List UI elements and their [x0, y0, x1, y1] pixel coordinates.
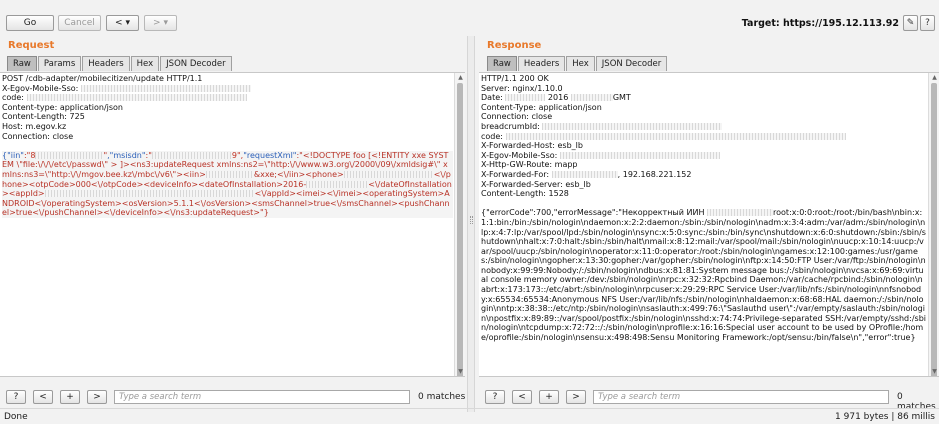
request-match-count: 0 matches: [418, 392, 466, 402]
request-tab-hex[interactable]: Hex: [130, 56, 160, 71]
redacted-text: [707, 209, 774, 217]
response-line: Date: 2016 GMT: [481, 93, 631, 103]
response-search-input[interactable]: [593, 390, 889, 404]
request-body: {"iin":"8 ","msisdn":" 9","requestXml":"<!…: [2, 150, 453, 218]
redacted-text: [306, 180, 369, 188]
response-tabs: Raw Headers Hex JSON Decoder: [487, 56, 668, 71]
response-line: X-Forwarded-Server: esb_lb: [481, 179, 591, 189]
edit-target-button[interactable]: ✎: [903, 15, 918, 31]
search-prev-button[interactable]: <: [512, 390, 532, 404]
forward-menu-icon: ▾: [163, 18, 168, 28]
request-tab-json-decoder[interactable]: JSON Decoder: [160, 56, 232, 71]
redacted-text: [205, 170, 254, 178]
request-pane: Request Raw Params Headers Hex JSON Deco…: [0, 40, 467, 410]
scroll-down-icon[interactable]: ▼: [455, 367, 465, 376]
response-search-bar: ? < + > 0 matches: [477, 380, 939, 412]
search-add-button[interactable]: +: [539, 390, 559, 404]
redacted-text: [559, 151, 720, 159]
request-line: Content-type: application/json: [2, 102, 123, 112]
cancel-button[interactable]: Cancel: [58, 15, 101, 31]
search-add-button[interactable]: +: [60, 390, 80, 404]
response-line: breadcrumbId:: [481, 122, 927, 132]
response-line: Content-Type: application/json: [481, 102, 602, 112]
scroll-thumb[interactable]: [931, 83, 937, 376]
response-body: {"errorCode":700,"errorMessage":"Некорре…: [481, 208, 926, 343]
response-line: HTTP/1.1 200 OK: [481, 74, 549, 83]
redacted-text: [151, 151, 232, 159]
request-search-bar: ? < + > 0 matches: [0, 380, 467, 410]
response-tab-hex[interactable]: Hex: [566, 56, 595, 71]
response-line: X-Http-GW-Route: mapp: [481, 160, 578, 170]
request-scrollbar[interactable]: ▲ ▼: [454, 73, 465, 376]
response-size-timing: 1 971 bytes | 86 millis: [835, 412, 935, 422]
response-scrollbar[interactable]: ▲ ▼: [928, 73, 939, 376]
request-text: POST /cdb-adapter/mobilecitizen/update H…: [2, 74, 453, 218]
request-line: Host: m.egov.kz: [2, 121, 67, 131]
drag-grip-icon: [470, 216, 473, 224]
response-pane: Response Raw Headers Hex JSON Decoder HT…: [477, 40, 939, 412]
response-editor[interactable]: HTTP/1.1 200 OK Server: nginx/1.10.0 Dat…: [479, 72, 939, 377]
request-line: Connection: close: [2, 131, 74, 141]
response-line: Content-Length: 1528: [481, 189, 569, 199]
request-title: Request: [8, 40, 55, 51]
redacted-text: [570, 94, 613, 102]
response-tab-headers[interactable]: Headers: [517, 56, 566, 71]
response-line: X-Forwarded-For: , 192.168.221.152: [481, 169, 692, 179]
forward-button[interactable]: > ▾: [144, 15, 177, 31]
response-line: Server: nginx/1.10.0: [481, 83, 563, 93]
request-tab-headers[interactable]: Headers: [82, 56, 130, 71]
response-line: X-Forwarded-Host: esb_lb: [481, 141, 583, 151]
response-text: HTTP/1.1 200 OK Server: nginx/1.10.0 Dat…: [481, 74, 927, 343]
search-next-button[interactable]: >: [566, 390, 586, 404]
scroll-thumb[interactable]: [457, 83, 463, 376]
pencil-icon: ✎: [906, 18, 915, 28]
status-text: Done: [4, 412, 28, 422]
request-line: Content-Length: 725: [2, 112, 85, 122]
toolbar: Go Cancel < ▾ > ▾ Target: https://195.12…: [0, 0, 939, 40]
back-button[interactable]: < ▾: [106, 15, 139, 31]
response-line: X-Egov-Mobile-Sso:: [481, 151, 927, 161]
redacted-text: [343, 170, 434, 178]
request-line: X-Egov-Mobile-Sso:: [2, 84, 453, 94]
redacted-text: [44, 190, 255, 198]
response-title: Response: [487, 40, 542, 51]
response-line: Connection: close: [481, 112, 553, 122]
help-icon: ?: [925, 18, 930, 28]
request-line: POST /cdb-adapter/mobilecitizen/update H…: [2, 74, 203, 83]
response-tab-json-decoder[interactable]: JSON Decoder: [595, 56, 668, 71]
status-bar: Done 1 971 bytes | 86 millis: [0, 408, 939, 424]
response-line: code:: [481, 132, 927, 142]
search-prev-button[interactable]: <: [33, 390, 53, 404]
request-editor[interactable]: POST /cdb-adapter/mobilecitizen/update H…: [0, 72, 465, 377]
request-line: code:: [2, 93, 453, 103]
redacted-text: [542, 122, 723, 130]
scroll-up-icon[interactable]: ▲: [929, 73, 939, 82]
request-tab-raw[interactable]: Raw: [7, 56, 37, 71]
go-button[interactable]: Go: [6, 15, 54, 31]
response-tab-raw[interactable]: Raw: [487, 56, 517, 71]
pane-divider[interactable]: [467, 36, 475, 412]
scroll-up-icon[interactable]: ▲: [455, 73, 465, 82]
target-label: Target: https://195.12.113.92: [741, 18, 899, 29]
redacted-text: [35, 151, 104, 159]
scroll-down-icon[interactable]: ▼: [929, 367, 939, 376]
help-target-button[interactable]: ?: [920, 15, 935, 31]
search-help-button[interactable]: ?: [6, 390, 26, 404]
redacted-text: [80, 84, 251, 92]
search-help-button[interactable]: ?: [485, 390, 505, 404]
redacted-text: [26, 94, 247, 102]
request-search-input[interactable]: [114, 390, 410, 404]
redacted-text: [551, 170, 618, 178]
request-tab-params[interactable]: Params: [37, 56, 82, 71]
redacted-text: [505, 132, 846, 140]
back-arrow-icon: <: [115, 18, 123, 28]
forward-arrow-icon: >: [153, 18, 161, 28]
search-next-button[interactable]: >: [87, 390, 107, 404]
redacted-text: [505, 94, 546, 102]
request-tabs: Raw Params Headers Hex JSON Decoder: [7, 56, 233, 71]
back-menu-icon: ▾: [125, 18, 130, 28]
